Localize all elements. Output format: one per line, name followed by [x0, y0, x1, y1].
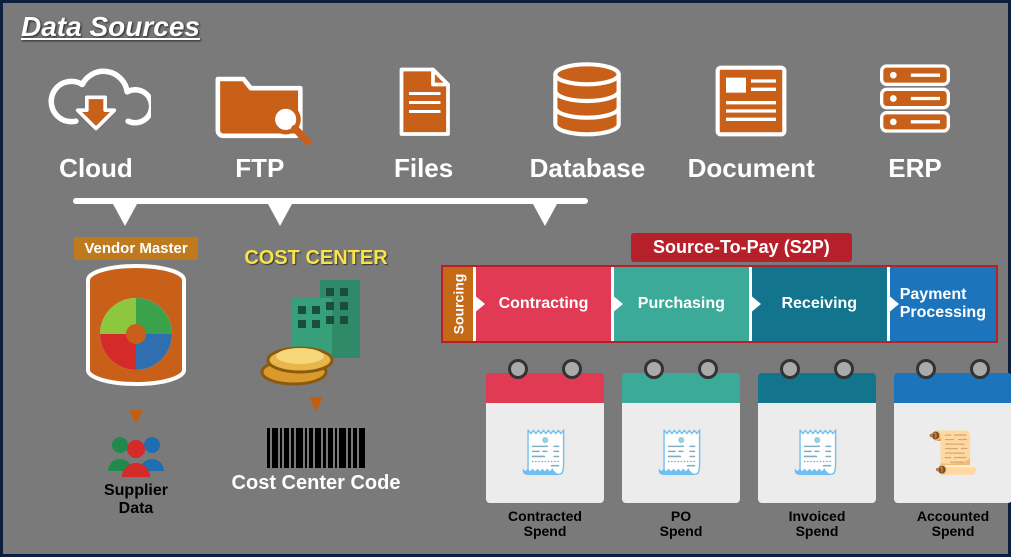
- source-label: Files: [394, 153, 453, 184]
- card-accounted-spend: 📜 Accounted Spend: [894, 359, 1011, 540]
- step-receiving: Receiving: [749, 267, 887, 341]
- file-icon: [369, 51, 479, 151]
- arrow-down-icon: [268, 204, 292, 226]
- invoice-dollar-icon: 🧾: [791, 429, 843, 478]
- flow-connector: [73, 198, 938, 230]
- s2p-header: Source-To-Pay (S2P): [631, 233, 852, 262]
- source-label: FTP: [235, 153, 284, 184]
- cost-center-icon: [246, 276, 386, 396]
- arrow-down-icon: [533, 204, 557, 226]
- source-document: Document: [676, 51, 826, 184]
- source-erp: ERP: [840, 51, 990, 184]
- source-database: Database: [512, 51, 662, 184]
- supplier-data-label: Supplier Data: [104, 482, 168, 517]
- source-label: Cloud: [59, 153, 133, 184]
- card-invoiced-spend: 🧾 Invoiced Spend: [758, 359, 876, 540]
- arrow-down-icon: ▼: [124, 403, 148, 431]
- card-po-spend: 🧾 PO Spend: [622, 359, 740, 540]
- source-label: ERP: [888, 153, 941, 184]
- server-icon: [860, 51, 970, 151]
- cost-center-title: COST CENTER: [244, 247, 387, 270]
- source-files: Files: [349, 51, 499, 184]
- document-icon: [696, 51, 806, 151]
- card-contracted-spend: 🧾 Contracted Spend: [486, 359, 604, 540]
- barcode-icon: [246, 428, 386, 468]
- vendor-master-title: Vendor Master: [74, 237, 197, 260]
- source-cloud: Cloud: [21, 51, 171, 184]
- database-icon: [532, 51, 642, 151]
- source-label: Database: [530, 153, 646, 184]
- step-payment: Payment Processing: [887, 267, 996, 341]
- source-label: Document: [688, 153, 815, 184]
- cost-center-block: COST CENTER ▼: [231, 247, 401, 495]
- step-sourcing: Sourcing: [443, 267, 473, 341]
- cost-center-code-label: Cost Center Code: [232, 472, 401, 495]
- folder-search-icon: [205, 51, 315, 151]
- cloud-icon: [41, 51, 151, 151]
- invoice-dollar-icon: 🧾: [519, 429, 571, 478]
- data-sources-row: Cloud FTP Files: [21, 51, 990, 184]
- ledger-icon: 📜: [927, 429, 979, 478]
- page-title: Data Sources: [21, 11, 200, 43]
- s2p-block: Source-To-Pay (S2P) Sourcing Contracting…: [441, 235, 998, 548]
- invoice-dollar-icon: 🧾: [655, 429, 707, 478]
- s2p-process-row: Sourcing Contracting Purchasing Receivin…: [441, 265, 998, 343]
- arrow-down-icon: [113, 204, 137, 226]
- spend-cards-row: 🧾 Contracted Spend 🧾 PO Spend 🧾 Invoiced…: [486, 359, 998, 540]
- step-purchasing: Purchasing: [611, 267, 749, 341]
- source-ftp: FTP: [185, 51, 335, 184]
- people-icon: [100, 431, 172, 482]
- vendor-master-block: Vendor Master ▼ Supplier Data: [61, 237, 211, 517]
- vendor-master-db-icon: [76, 264, 196, 399]
- step-contracting: Contracting: [473, 267, 611, 341]
